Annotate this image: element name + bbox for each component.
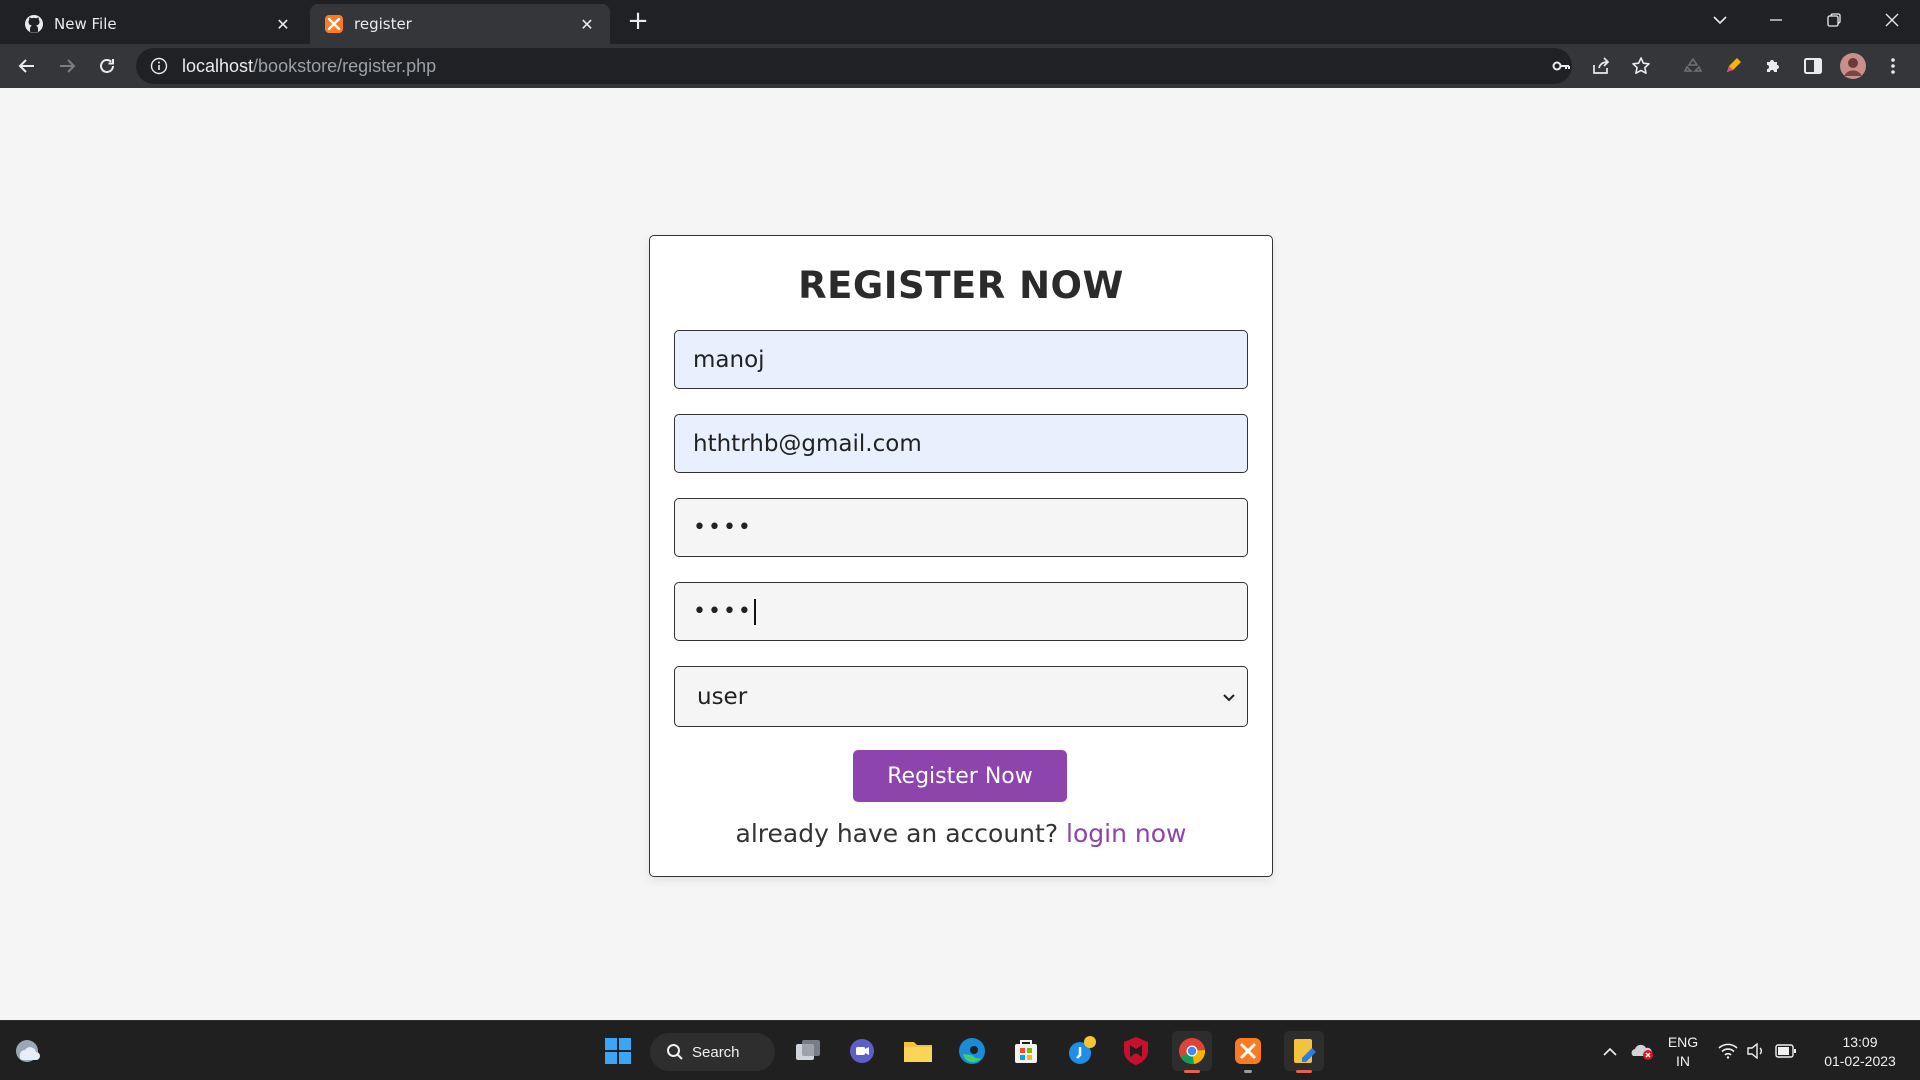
minimize-icon[interactable] bbox=[1748, 0, 1804, 40]
back-arrow-icon[interactable] bbox=[13, 52, 41, 80]
extensions-puzzle-icon[interactable] bbox=[1760, 53, 1786, 79]
user-type-select[interactable]: user bbox=[674, 666, 1248, 727]
microsoft-store-icon[interactable] bbox=[1006, 1031, 1046, 1071]
chrome-menu-icon[interactable] bbox=[1880, 53, 1906, 79]
browser-toolbar: localhost/bookstore/register.php bbox=[0, 44, 1920, 88]
teams-chat-icon[interactable] bbox=[842, 1031, 882, 1071]
close-tab-icon[interactable]: ✕ bbox=[576, 13, 598, 35]
confirm-password-input[interactable]: •••• bbox=[674, 582, 1248, 641]
edge-browser-icon[interactable] bbox=[952, 1031, 992, 1071]
restore-icon[interactable] bbox=[1806, 0, 1862, 40]
close-tab-icon[interactable]: ✕ bbox=[272, 13, 294, 35]
active-indicator bbox=[1184, 1070, 1200, 1073]
side-panel-icon[interactable] bbox=[1800, 53, 1826, 79]
region-code: IN bbox=[1676, 1053, 1690, 1069]
active-indicator bbox=[1296, 1070, 1312, 1073]
xampp-taskbar-icon[interactable] bbox=[1228, 1031, 1268, 1073]
onedrive-error-icon[interactable] bbox=[1622, 1031, 1662, 1071]
login-prompt: already have an account? login now bbox=[650, 819, 1272, 848]
xampp-icon bbox=[324, 14, 344, 34]
password-key-icon[interactable] bbox=[1548, 53, 1574, 79]
register-button[interactable]: Register Now bbox=[853, 750, 1067, 802]
register-form: REGISTER NOW manoj hthtrhb@gmail.com •••… bbox=[649, 235, 1273, 877]
confirm-password-value: •••• bbox=[693, 599, 753, 624]
forward-arrow-icon[interactable] bbox=[53, 52, 81, 80]
clock-time: 13:09 bbox=[1842, 1034, 1878, 1050]
tab-search-chevron-icon[interactable] bbox=[1692, 0, 1748, 40]
open-indicator bbox=[1244, 1070, 1252, 1073]
text-caret bbox=[753, 598, 756, 625]
form-title: REGISTER NOW bbox=[798, 264, 1124, 307]
file-explorer-icon[interactable] bbox=[898, 1031, 938, 1071]
tab-title: register bbox=[354, 15, 412, 33]
github-icon bbox=[24, 14, 44, 34]
battery-icon[interactable] bbox=[1770, 1031, 1802, 1071]
login-link[interactable]: login now bbox=[1066, 819, 1186, 848]
login-prompt-text: already have an account? bbox=[735, 819, 1059, 848]
reload-icon[interactable] bbox=[93, 52, 121, 80]
tab-title: New File bbox=[54, 15, 117, 33]
chrome-taskbar-icon[interactable] bbox=[1172, 1031, 1212, 1073]
profile-avatar[interactable] bbox=[1840, 53, 1866, 79]
language-indicator[interactable]: ENG IN bbox=[1662, 1033, 1704, 1071]
taskbar-search-button[interactable]: Search bbox=[650, 1033, 775, 1071]
url-text: localhost/bookstore/register.php bbox=[182, 56, 436, 77]
site-info-icon[interactable] bbox=[150, 57, 168, 75]
name-input[interactable]: manoj bbox=[674, 330, 1248, 389]
page-content: REGISTER NOW manoj hthtrhb@gmail.com •••… bbox=[0, 88, 1920, 1020]
task-view-icon[interactable] bbox=[788, 1031, 828, 1071]
tab-register[interactable]: register ✕ bbox=[310, 4, 610, 44]
pen-extension-icon[interactable] bbox=[1720, 53, 1746, 79]
bookmark-star-icon[interactable] bbox=[1628, 53, 1654, 79]
notes-app-icon[interactable] bbox=[1284, 1031, 1324, 1073]
language-code: ENG bbox=[1667, 1034, 1699, 1050]
clock[interactable]: 13:09 01-02-2023 bbox=[1812, 1033, 1908, 1071]
url-path: /bookstore/register.php bbox=[253, 55, 437, 76]
email-input[interactable]: hthtrhb@gmail.com bbox=[674, 414, 1248, 473]
address-bar[interactable]: localhost/bookstore/register.php bbox=[136, 48, 1572, 84]
clock-date: 01-02-2023 bbox=[1824, 1053, 1896, 1069]
user-type-value: user bbox=[697, 683, 748, 710]
search-label: Search bbox=[692, 1043, 740, 1061]
close-window-icon[interactable] bbox=[1864, 0, 1920, 40]
chevron-down-icon bbox=[1223, 694, 1235, 702]
recycle-extension-icon[interactable] bbox=[1680, 53, 1706, 79]
password-input[interactable]: •••• bbox=[674, 498, 1248, 557]
mcafee-icon[interactable] bbox=[1116, 1031, 1156, 1071]
tab-new-file[interactable]: New File ✕ bbox=[0, 4, 306, 44]
browser-tab-bar: New File ✕ register ✕ + bbox=[0, 0, 1920, 44]
search-icon bbox=[667, 1044, 683, 1060]
weather-widget-icon[interactable] bbox=[8, 1031, 48, 1071]
start-button[interactable] bbox=[598, 1031, 638, 1071]
windows-taskbar: Search ENG IN 13:09 01-02-2023 bbox=[0, 1020, 1920, 1080]
share-icon[interactable] bbox=[1588, 53, 1614, 79]
volume-icon[interactable] bbox=[1740, 1031, 1772, 1071]
new-tab-button[interactable]: + bbox=[624, 8, 652, 36]
windows-update-icon[interactable] bbox=[1062, 1031, 1102, 1071]
url-host: localhost bbox=[182, 55, 254, 76]
